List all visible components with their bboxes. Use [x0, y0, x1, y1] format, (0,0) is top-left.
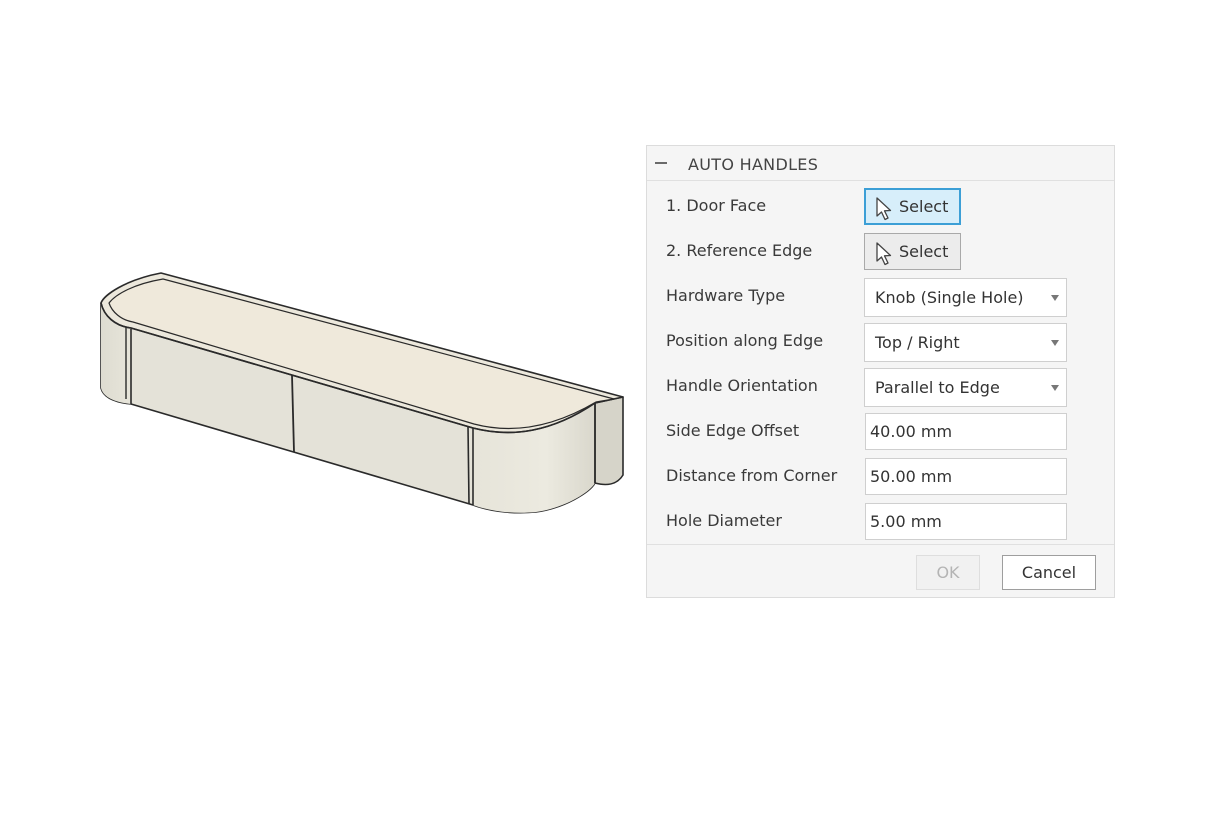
reference-edge-row: 2. Reference Edge Select — [647, 231, 1114, 271]
collapse-icon[interactable] — [655, 162, 667, 164]
chevron-down-icon — [1051, 295, 1059, 301]
handle-orientation-row: Handle Orientation Parallel to Edge — [647, 366, 1114, 407]
ok-button[interactable]: OK — [916, 555, 980, 590]
cabinet-model[interactable] — [0, 0, 640, 817]
cursor-arrow-icon — [876, 242, 892, 266]
reference-edge-select-button[interactable]: Select — [864, 233, 961, 270]
position-along-edge-row: Position along Edge Top / Right — [647, 321, 1114, 362]
door-face-label: 1. Door Face — [666, 196, 767, 215]
panel-footer: OK Cancel — [647, 544, 1114, 599]
panel-title: AUTO HANDLES — [688, 155, 819, 174]
distance-from-corner-row: Distance from Corner — [647, 456, 1114, 496]
distance-from-corner-label: Distance from Corner — [666, 466, 838, 485]
door-face-select-label: Select — [899, 197, 949, 216]
position-along-edge-dropdown[interactable]: Top / Right — [864, 323, 1067, 362]
hardware-type-value: Knob (Single Hole) — [875, 288, 1024, 307]
distance-from-corner-input[interactable] — [865, 458, 1067, 495]
hardware-type-dropdown[interactable]: Knob (Single Hole) — [864, 278, 1067, 317]
chevron-down-icon — [1051, 385, 1059, 391]
cancel-button[interactable]: Cancel — [1002, 555, 1096, 590]
reference-edge-label: 2. Reference Edge — [666, 241, 813, 260]
cabinet-side-face — [594, 396, 624, 486]
hardware-type-label: Hardware Type — [666, 286, 786, 305]
handle-orientation-dropdown[interactable]: Parallel to Edge — [864, 368, 1067, 407]
auto-handles-panel: AUTO HANDLES 1. Door Face Select 2. Refe… — [646, 145, 1115, 598]
position-along-edge-value: Top / Right — [875, 333, 960, 352]
handle-orientation-label: Handle Orientation — [666, 376, 818, 395]
hardware-type-row: Hardware Type Knob (Single Hole) — [647, 276, 1114, 317]
cursor-arrow-icon — [876, 197, 892, 221]
side-edge-offset-row: Side Edge Offset — [647, 411, 1114, 451]
side-edge-offset-input[interactable] — [865, 413, 1067, 450]
position-along-edge-label: Position along Edge — [666, 331, 824, 350]
hole-diameter-label: Hole Diameter — [666, 511, 782, 530]
door-face-row: 1. Door Face Select — [647, 186, 1114, 226]
panel-header: AUTO HANDLES — [647, 146, 1114, 181]
3d-viewport[interactable] — [0, 0, 640, 817]
door-face-select-button[interactable]: Select — [864, 188, 961, 225]
hole-diameter-input[interactable] — [865, 503, 1067, 540]
chevron-down-icon — [1051, 340, 1059, 346]
handle-orientation-value: Parallel to Edge — [875, 378, 1000, 397]
reference-edge-select-label: Select — [899, 242, 949, 261]
hole-diameter-row: Hole Diameter — [647, 501, 1114, 541]
side-edge-offset-label: Side Edge Offset — [666, 421, 800, 440]
